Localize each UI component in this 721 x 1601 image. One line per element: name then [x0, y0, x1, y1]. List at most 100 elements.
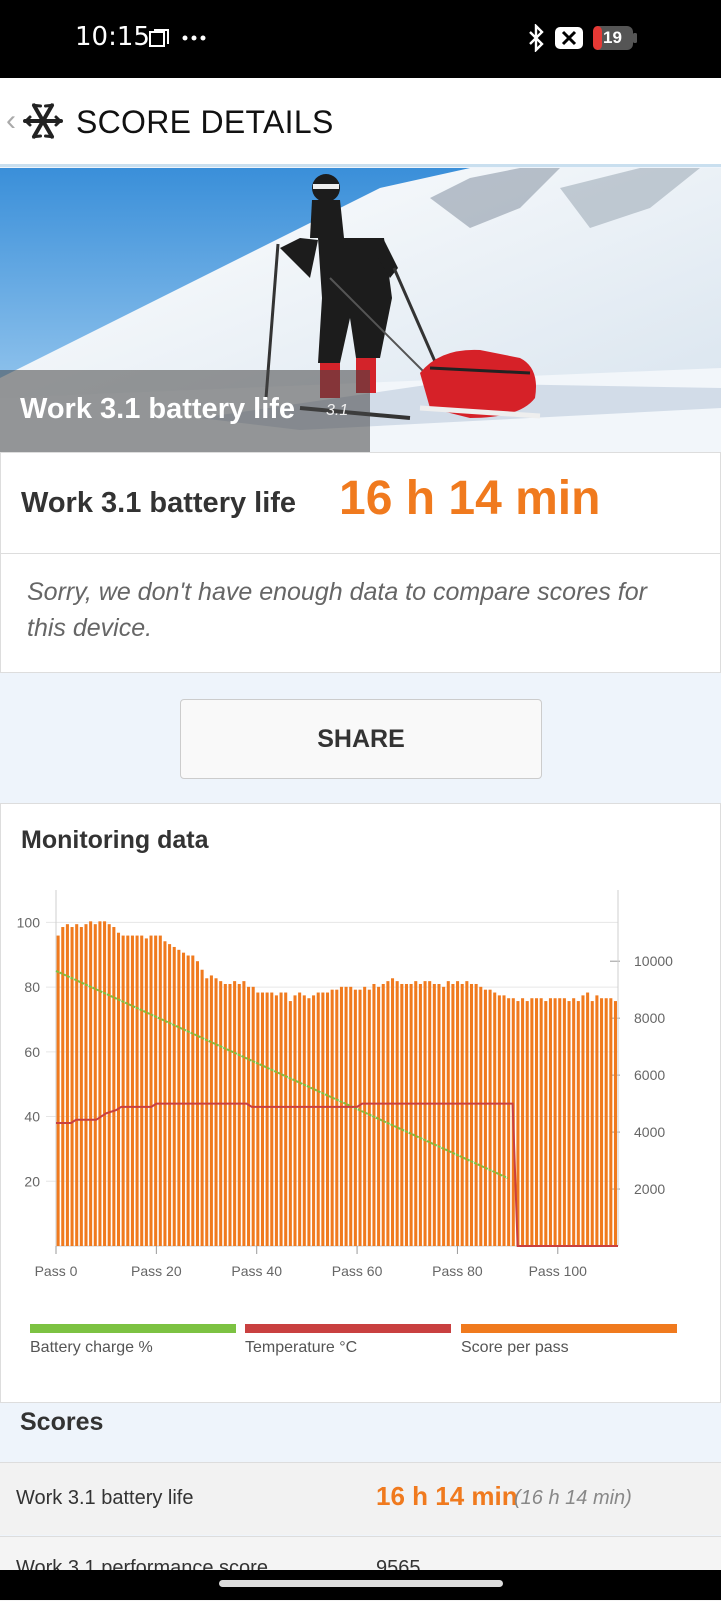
- score-bar: [270, 992, 274, 1246]
- score-bar: [586, 992, 590, 1246]
- back-chevron-icon[interactable]: ‹: [6, 104, 16, 138]
- score-bar: [293, 995, 297, 1246]
- app-header: ‹ SCORE DETAILS: [0, 78, 721, 167]
- score-bar: [544, 1001, 548, 1246]
- score-bar: [84, 924, 88, 1246]
- score-bar: [349, 986, 353, 1246]
- score-row-battery-detail: (16 h 14 min): [514, 1487, 632, 1509]
- score-bar: [149, 935, 153, 1246]
- score-bar: [530, 998, 534, 1246]
- score-bar: [274, 995, 278, 1246]
- score-bar: [75, 924, 79, 1246]
- share-button[interactable]: SHARE: [180, 699, 542, 779]
- score-bar: [121, 935, 125, 1246]
- hero-caption-text: Work 3.1 battery life: [20, 393, 296, 425]
- score-bar: [163, 941, 167, 1246]
- score-bar: [414, 981, 418, 1246]
- score-bar: [358, 989, 362, 1246]
- monitoring-header: Monitoring data: [0, 803, 721, 877]
- score-bar: [89, 921, 93, 1246]
- score-bar: [191, 955, 195, 1246]
- score-bar: [553, 998, 557, 1246]
- score-bar: [335, 989, 339, 1246]
- legend-battery: Battery charge %: [30, 1324, 236, 1366]
- score-bar: [609, 998, 613, 1246]
- score-bar: [395, 981, 399, 1246]
- score-bar: [432, 983, 436, 1246]
- score-bar: [567, 1001, 571, 1246]
- score-bar: [548, 998, 552, 1246]
- page-title: SCORE DETAILS: [76, 104, 334, 140]
- score-bar: [595, 995, 599, 1246]
- score-bar: [437, 983, 441, 1246]
- legend-score-swatch: [461, 1324, 677, 1333]
- score-bar: [321, 992, 325, 1246]
- score-bar: [223, 983, 227, 1246]
- score-bar: [233, 981, 237, 1246]
- score-bar: [488, 989, 492, 1246]
- score-bar: [302, 995, 306, 1246]
- monitoring-title: Monitoring data: [21, 826, 209, 854]
- score-bar: [483, 989, 487, 1246]
- score-bar: [418, 983, 422, 1246]
- score-bar: [576, 1001, 580, 1246]
- y-left-tick-label: 100: [17, 914, 41, 930]
- score-bar: [158, 935, 162, 1246]
- notice-card: Sorry, we don't have enough data to comp…: [0, 553, 721, 673]
- score-bar: [70, 927, 74, 1246]
- score-bar: [465, 981, 469, 1246]
- score-bar: [144, 938, 148, 1246]
- y-right-tick-label: 8000: [634, 1010, 665, 1026]
- x-tick-label: Pass 40: [231, 1263, 282, 1279]
- score-bar: [186, 955, 190, 1246]
- result-card: Work 3.1 battery life 16 h 14 min: [0, 452, 721, 554]
- more-dots-icon: [182, 30, 206, 48]
- score-bar: [316, 992, 320, 1246]
- score-bar: [344, 986, 348, 1246]
- score-row-battery-label: Work 3.1 battery life: [16, 1487, 194, 1509]
- y-right-tick-label: 2000: [634, 1181, 665, 1197]
- score-bar: [581, 995, 585, 1246]
- home-gesture-handle[interactable]: [219, 1580, 503, 1587]
- x-tick-label: Pass 80: [432, 1263, 483, 1279]
- legend-battery-label: Battery charge %: [30, 1339, 153, 1356]
- score-bar: [107, 924, 111, 1246]
- score-bar: [56, 935, 60, 1246]
- bluetooth-icon: [526, 23, 546, 57]
- score-bar: [590, 1001, 594, 1246]
- score-bar: [228, 983, 232, 1246]
- score-bar: [256, 992, 260, 1246]
- y-left-tick-label: 80: [24, 979, 40, 995]
- y-right-tick-label: 6000: [634, 1067, 665, 1083]
- score-bar: [200, 969, 204, 1246]
- score-bar: [493, 992, 497, 1246]
- score-bar: [539, 998, 543, 1246]
- score-bar: [613, 1001, 617, 1246]
- score-bar: [377, 986, 381, 1246]
- score-bar: [135, 935, 139, 1246]
- score-bar: [177, 949, 181, 1246]
- score-row-battery: Work 3.1 battery life 16 h 14 min (16 h …: [0, 1462, 721, 1535]
- score-bar: [456, 981, 460, 1246]
- score-bar: [339, 986, 343, 1246]
- score-bar: [497, 995, 501, 1246]
- score-bar: [288, 1001, 292, 1246]
- score-bar: [209, 975, 213, 1246]
- score-bar: [307, 998, 311, 1246]
- score-bar: [442, 986, 446, 1246]
- score-bar: [205, 978, 209, 1246]
- x-tick-label: Pass 0: [35, 1263, 78, 1279]
- score-bar: [116, 932, 121, 1246]
- notice-text: Sorry, we don't have enough data to comp…: [27, 578, 647, 642]
- score-bar: [126, 935, 130, 1246]
- score-bar: [265, 992, 269, 1246]
- score-bar: [604, 998, 608, 1246]
- hero-banner: Work 3.1 battery life 3.1: [0, 168, 721, 452]
- legend-score-label: Score per pass: [461, 1339, 569, 1356]
- monitoring-chart: 20 40 60 80 100 2000 4000 6000 8000 10000 Pass 0 Pa…: [17, 890, 673, 1279]
- score-bar: [391, 978, 395, 1246]
- score-bar: [325, 992, 330, 1246]
- score-bar: [469, 983, 474, 1246]
- legend-battery-swatch: [30, 1324, 236, 1333]
- score-bar: [330, 989, 334, 1246]
